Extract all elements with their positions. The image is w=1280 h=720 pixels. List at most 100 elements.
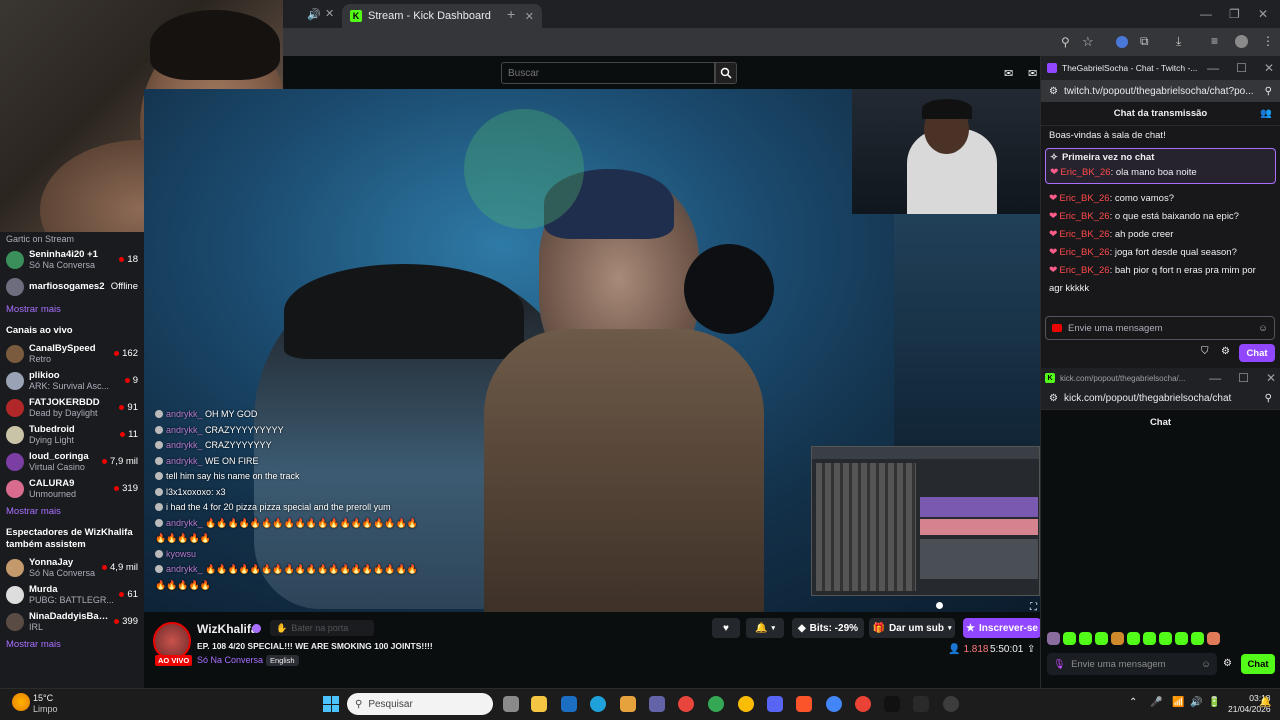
- site-info-icon[interactable]: ⚙: [1049, 393, 1058, 404]
- microphone-icon[interactable]: 🎤: [1150, 697, 1162, 708]
- chat-username[interactable]: kyowsu: [166, 549, 196, 559]
- emoji-icon[interactable]: ☺: [1258, 323, 1268, 334]
- twitch-chat-button[interactable]: Chat: [1239, 344, 1275, 362]
- volume-icon[interactable]: 🔊: [1190, 697, 1202, 708]
- site-info-icon[interactable]: ⚙: [1049, 86, 1058, 97]
- follow-heart-button[interactable]: ♥: [712, 618, 740, 638]
- show-more-link[interactable]: Mostrar mais: [6, 502, 138, 521]
- bits-button[interactable]: ◆ Bits: -29%: [792, 618, 864, 638]
- tiktok-icon[interactable]: [884, 696, 900, 712]
- chat-username[interactable]: andrykk_: [166, 425, 203, 435]
- emote-icon[interactable]: [1207, 632, 1220, 645]
- emote-icon[interactable]: [1143, 632, 1156, 645]
- emote-icon[interactable]: [1079, 632, 1092, 645]
- sidebar-channel-item[interactable]: Murda PUBG: BATTLEGR... 61: [6, 581, 138, 608]
- twitch-username[interactable]: Eric_BK_26: [1059, 265, 1109, 276]
- minimize-icon[interactable]: —: [1209, 371, 1221, 385]
- download-icon[interactable]: ⤓: [1176, 34, 1181, 49]
- notifications-button[interactable]: 🔔 ▾: [746, 618, 784, 638]
- maximize-icon[interactable]: ❐: [1229, 7, 1240, 21]
- epic-games-icon[interactable]: [913, 696, 929, 712]
- sidebar-channel-item[interactable]: FATJOKERBDD Dead by Daylight 91: [6, 394, 138, 421]
- twitch-username[interactable]: Eric_BK_26: [1059, 229, 1109, 240]
- brave-icon[interactable]: [796, 696, 812, 712]
- chrome-icon[interactable]: [855, 696, 871, 712]
- sidebar-item-partial[interactable]: Gartic on Stream: [6, 232, 138, 246]
- close-window-icon[interactable]: ✕: [1258, 7, 1268, 21]
- folder-icon[interactable]: [531, 696, 547, 712]
- extensions-puzzle-icon[interactable]: ⧉: [1140, 34, 1149, 49]
- chat-username[interactable]: andrykk_: [166, 456, 203, 466]
- start-button[interactable]: [323, 696, 339, 712]
- language-tag[interactable]: English: [266, 655, 299, 666]
- chrome-icon[interactable]: [738, 696, 754, 712]
- search-input[interactable]: [501, 62, 715, 84]
- emote-icon[interactable]: [1095, 632, 1108, 645]
- close-window-icon[interactable]: ✕: [1264, 61, 1274, 75]
- outlook-icon[interactable]: [561, 696, 577, 712]
- sidebar-channel-item[interactable]: YonnaJay Só Na Conversa 4,9 mil: [6, 554, 138, 581]
- obs-icon[interactable]: [943, 696, 959, 712]
- minimize-icon[interactable]: —: [1200, 7, 1212, 21]
- discord-icon[interactable]: [767, 696, 783, 712]
- sidebar-channel-item[interactable]: loud_coringa Virtual Casino 7,9 mil: [6, 448, 138, 475]
- zoom-icon[interactable]: ⚲: [1265, 86, 1272, 97]
- close-window-icon[interactable]: ✕: [1266, 371, 1276, 385]
- user-list-icon[interactable]: 👥: [1260, 108, 1272, 119]
- reading-list-icon[interactable]: ≡: [1211, 34, 1218, 48]
- gear-icon[interactable]: ⚙: [1221, 346, 1230, 357]
- twitch-username[interactable]: Eric_BK_26: [1059, 211, 1109, 222]
- emote-icon[interactable]: [1063, 632, 1076, 645]
- chat-username[interactable]: andrykk_: [166, 518, 203, 528]
- chevron-up-icon[interactable]: ⌃: [1129, 697, 1137, 708]
- file-explorer-icon[interactable]: [503, 696, 519, 712]
- show-more-link[interactable]: Mostrar mais: [6, 300, 138, 319]
- sidebar-channel-item[interactable]: CALURA9 Unmourned 319: [6, 475, 138, 502]
- knock-button[interactable]: ✋ Bater na porta: [270, 620, 374, 636]
- search-button[interactable]: [715, 62, 737, 84]
- chat-username[interactable]: andrykk_: [166, 409, 203, 419]
- notifications-icon[interactable]: 🔔: [1259, 697, 1271, 708]
- kick-chat-button[interactable]: Chat: [1241, 654, 1275, 674]
- extension-icon[interactable]: [1116, 36, 1128, 48]
- chrome-icon[interactable]: [826, 696, 842, 712]
- twitch-username[interactable]: Eric_BK_26: [1060, 167, 1110, 178]
- twitch-message-input[interactable]: Envie uma mensagem ☺: [1045, 316, 1275, 340]
- profile-avatar[interactable]: [1235, 35, 1248, 48]
- share-icon[interactable]: ⇪: [1027, 644, 1035, 655]
- subscribe-button[interactable]: ★ Inscrever-se: [963, 618, 1041, 638]
- gear-icon[interactable]: ⚙: [1223, 658, 1232, 669]
- weather-icon[interactable]: [12, 693, 30, 711]
- kick-address-bar[interactable]: ⚙ kick.com/popout/thegabrielsocha/chat ⚲: [1041, 388, 1280, 410]
- streamer-name[interactable]: WizKhalifa: [197, 622, 258, 636]
- inbox-icon[interactable]: ✉: [1004, 67, 1013, 80]
- chat-username[interactable]: andrykk_: [166, 440, 203, 450]
- store-icon[interactable]: [620, 696, 636, 712]
- chat-username[interactable]: andrykk_: [166, 564, 203, 574]
- twitch-username[interactable]: Eric_BK_26: [1059, 247, 1109, 258]
- mail-icon[interactable]: ✉: [1028, 67, 1037, 80]
- maximize-icon[interactable]: ☐: [1238, 371, 1249, 385]
- microphone-icon[interactable]: 🎙: [1053, 659, 1065, 670]
- stream-category[interactable]: Só Na Conversa: [197, 655, 263, 665]
- emote-icon[interactable]: [1159, 632, 1172, 645]
- battery-icon[interactable]: 🔋: [1208, 697, 1220, 708]
- shield-icon[interactable]: ⛉: [1201, 346, 1209, 357]
- edge-icon[interactable]: [590, 696, 606, 712]
- chrome-icon[interactable]: [678, 696, 694, 712]
- speaker-icon[interactable]: 🔊: [307, 8, 321, 21]
- sidebar-channel-item[interactable]: plikioo ARK: Survival Asc... 9: [6, 367, 138, 394]
- kick-message-input[interactable]: 🎙 Envie uma mensagem ☺: [1047, 653, 1217, 675]
- zoom-icon[interactable]: ⚲: [1265, 393, 1272, 404]
- sidebar-channel-item[interactable]: NinaDaddyisBack IRL 399: [6, 608, 138, 635]
- zoom-icon[interactable]: ⚲: [1061, 35, 1070, 49]
- sidebar-channel-item[interactable]: marfiosogames2 Offline: [6, 273, 138, 300]
- emote-icon[interactable]: [1191, 632, 1204, 645]
- gift-sub-button[interactable]: 🎁 Dar um sub ▾: [869, 618, 955, 638]
- menu-kebab-icon[interactable]: ⋮: [1262, 34, 1274, 48]
- new-tab-button[interactable]: +: [507, 6, 515, 22]
- bookmark-star-icon[interactable]: ☆: [1082, 34, 1094, 50]
- taskbar-search[interactable]: ⚲ Pesquisar: [347, 693, 493, 715]
- close-tab-icon[interactable]: ✕: [325, 7, 334, 20]
- wifi-icon[interactable]: 📶: [1172, 697, 1184, 708]
